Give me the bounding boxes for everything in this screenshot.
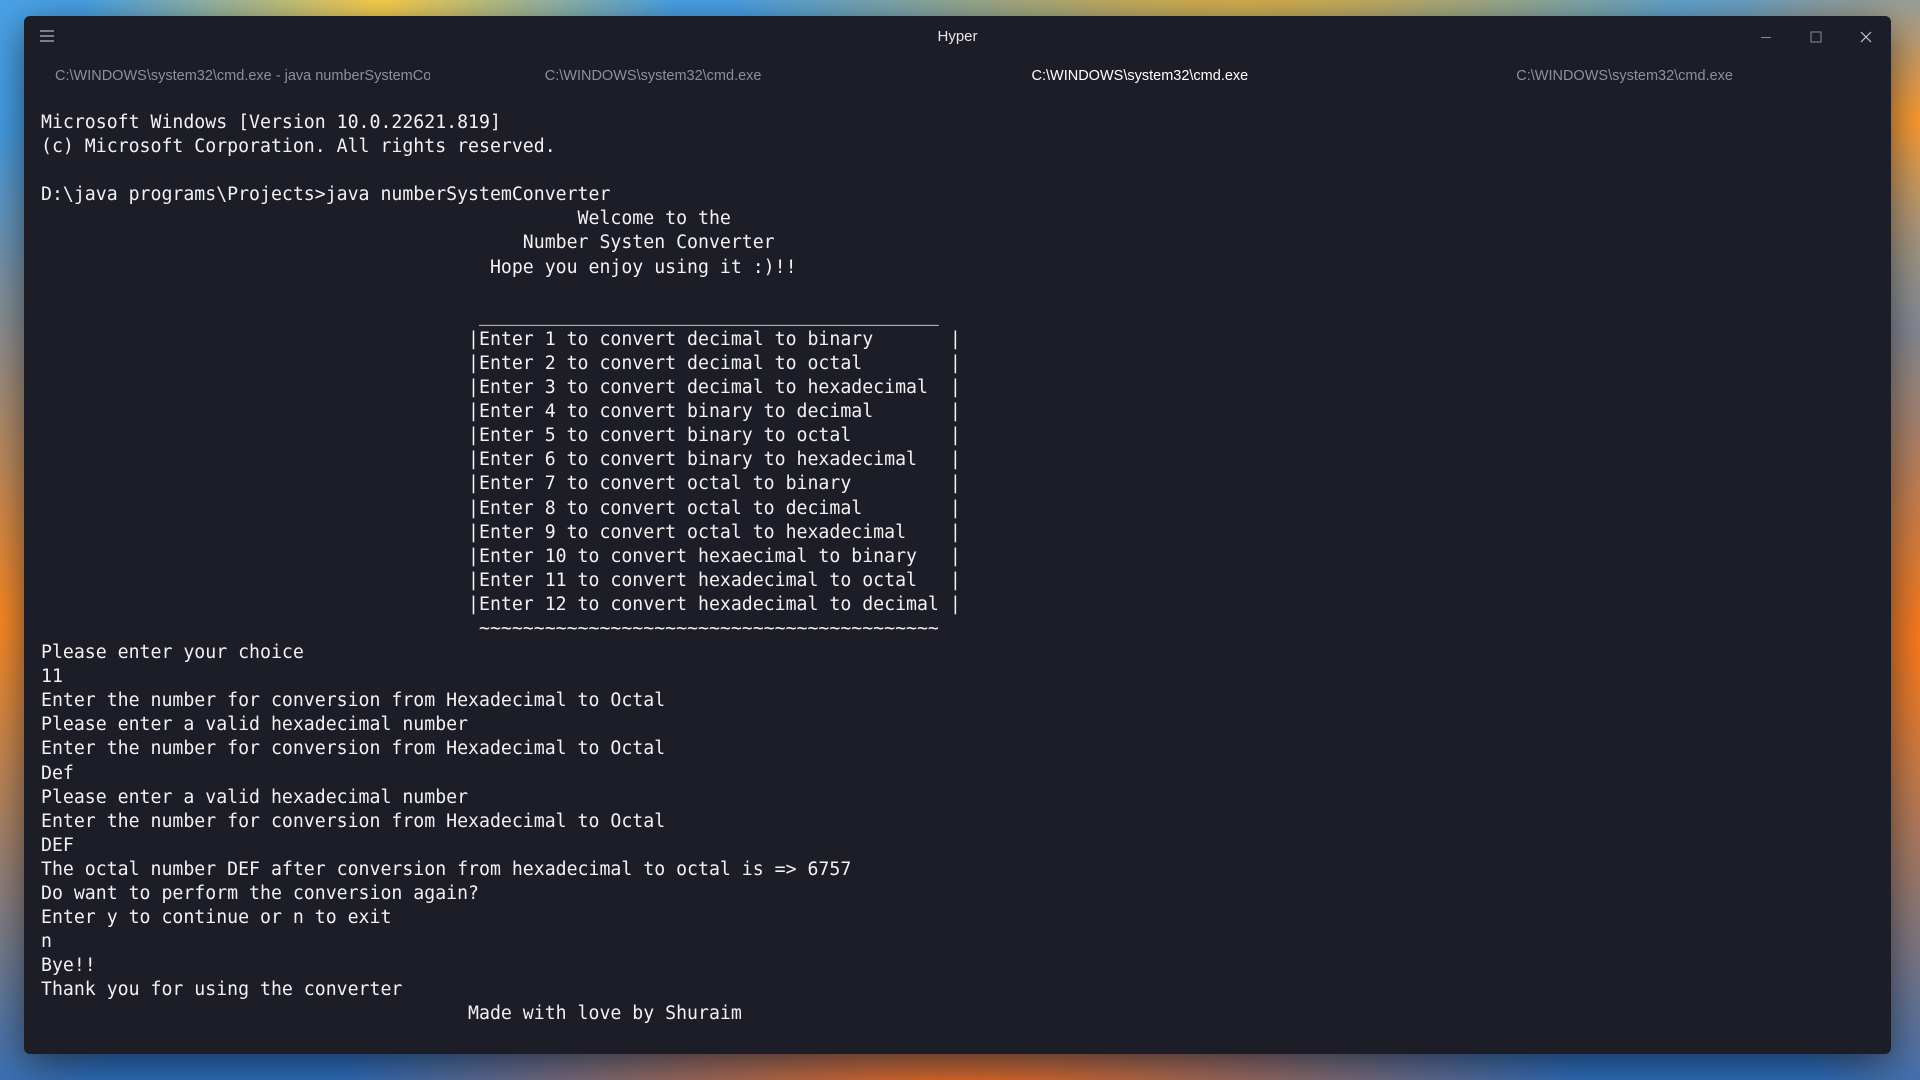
terminal-line: Number Systen Converter xyxy=(41,232,775,254)
terminal-line: |Enter 2 to convert decimal to octal | xyxy=(41,352,961,374)
tab-bar: C:\WINDOWS\system32\cmd.exe - java numbe… xyxy=(24,58,1891,94)
terminal-line: Hope you enjoy using it :)!! xyxy=(41,256,797,278)
terminal-line: |Enter 4 to convert binary to decimal | xyxy=(41,401,961,423)
close-icon xyxy=(1860,31,1872,43)
window-controls xyxy=(1741,16,1891,58)
minimize-icon xyxy=(1761,37,1771,38)
tab-cmd-3-active[interactable]: C:\WINDOWS\system32\cmd.exe xyxy=(920,58,1407,94)
terminal-line: |Enter 10 to convert hexaecimal to binar… xyxy=(41,545,961,567)
terminal-line: Def xyxy=(41,762,74,784)
terminal-output[interactable]: Microsoft Windows [Version 10.0.22621.81… xyxy=(24,111,1891,1027)
terminal-line: Please enter a valid hexadecimal number xyxy=(41,714,469,736)
terminal-line: |Enter 9 to convert octal to hexadecimal… xyxy=(41,521,961,543)
hyper-terminal-window: Hyper C:\WINDOWS\system32\cmd.exe - java… xyxy=(24,16,1891,1054)
terminal-line: Bye!! xyxy=(41,955,96,977)
terminal-line: |Enter 6 to convert binary to hexadecima… xyxy=(41,449,961,471)
terminal-line: Welcome to the xyxy=(41,208,731,230)
terminal-line: |Enter 11 to convert hexadecimal to octa… xyxy=(41,569,961,591)
tab-cmd-java[interactable]: C:\WINDOWS\system32\cmd.exe - java numbe… xyxy=(24,58,430,94)
terminal-line: |Enter 8 to convert octal to decimal | xyxy=(41,497,961,519)
terminal-line: ~~~~~~~~~~~~~~~~~~~~~~~~~~~~~~~~~~~~~~~~… xyxy=(41,617,939,639)
terminal-line: |Enter 1 to convert decimal to binary | xyxy=(41,328,961,350)
terminal-line: Please enter a valid hexadecimal number xyxy=(41,786,469,808)
terminal-line: |Enter 7 to convert octal to binary | xyxy=(41,473,961,495)
terminal-line: n xyxy=(41,931,52,953)
close-button[interactable] xyxy=(1841,16,1891,58)
window-title: Hyper xyxy=(937,28,978,45)
terminal-line: Enter the number for conversion from Hex… xyxy=(41,810,666,832)
terminal-line: |Enter 3 to convert decimal to hexadecim… xyxy=(41,377,961,399)
terminal-line: Thank you for using the converter xyxy=(41,979,403,1001)
maximize-icon xyxy=(1810,31,1822,43)
terminal-line: The octal number DEF after conversion fr… xyxy=(41,858,852,880)
maximize-button[interactable] xyxy=(1791,16,1841,58)
terminal-line: DEF xyxy=(41,834,74,856)
terminal-line: ________________________________________… xyxy=(41,304,939,326)
tab-cmd-2[interactable]: C:\WINDOWS\system32\cmd.exe xyxy=(430,58,920,94)
terminal-line: 11 xyxy=(41,666,63,688)
terminal-line: Do want to perform the conversion again? xyxy=(41,883,479,904)
terminal-line: (c) Microsoft Corporation. All rights re… xyxy=(41,136,556,158)
terminal-line: Enter the number for conversion from Hex… xyxy=(41,738,666,760)
terminal-line: D:\java programs\Projects>java numberSys… xyxy=(41,184,611,206)
tab-cmd-4[interactable]: C:\WINDOWS\system32\cmd.exe xyxy=(1406,58,1891,94)
terminal-line: Enter the number for conversion from Hex… xyxy=(41,690,666,712)
minimize-button[interactable] xyxy=(1741,16,1791,58)
terminal-line: |Enter 12 to convert hexadecimal to deci… xyxy=(41,593,961,615)
terminal-line: Microsoft Windows [Version 10.0.22621.81… xyxy=(41,112,501,133)
terminal-line: Made with love by Shuraim xyxy=(41,1003,742,1025)
terminal-line: Please enter your choice xyxy=(41,642,304,664)
terminal-line: |Enter 5 to convert binary to octal | xyxy=(41,425,961,447)
terminal-line: Enter y to continue or n to exit xyxy=(41,907,392,929)
title-bar: Hyper xyxy=(24,16,1891,58)
